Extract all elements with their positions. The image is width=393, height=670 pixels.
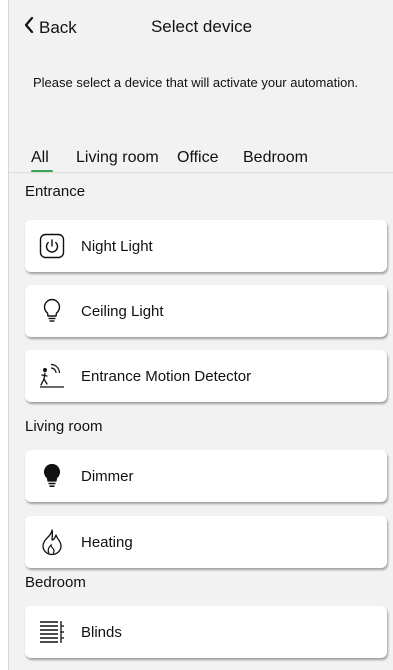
instruction-text: Please select a device that will activat… [33,75,359,90]
device-label: Blinds [81,623,122,641]
tab-all[interactable]: All [31,149,49,167]
device-picker-screen: Back Select device Please select a devic… [8,0,393,670]
device-card-blinds[interactable]: Blinds [25,606,387,658]
power-icon [37,231,67,261]
device-label: Night Light [81,237,153,255]
device-label: Dimmer [81,467,134,485]
motion-detector-icon [37,361,67,391]
section-entrance-label: Entrance [25,183,86,200]
device-card-entrance-motion-detector[interactable]: Entrance Motion Detector [25,350,387,402]
device-card-ceiling-light[interactable]: Ceiling Light [25,285,387,337]
lightbulb-filled-icon [37,461,67,491]
section-bedroom-label: Bedroom [25,574,86,591]
device-card-dimmer[interactable]: Dimmer [25,450,387,502]
flame-icon [37,527,67,557]
room-tabs: All Living room Office Bedroom [9,145,393,173]
device-label: Heating [81,533,133,551]
device-label: Ceiling Light [81,302,164,320]
header-bar: Back Select device [9,0,393,56]
device-label: Entrance Motion Detector [81,367,252,385]
section-living-room-label: Living room [25,418,103,435]
tab-bedroom[interactable]: Bedroom [243,149,308,167]
page-title: Select device [150,17,253,36]
blinds-icon [37,617,67,647]
lightbulb-outline-icon [37,296,67,326]
tab-living-room[interactable]: Living room [76,149,159,167]
device-card-night-light[interactable]: Night Light [25,220,387,272]
tabs-divider [9,172,393,173]
device-card-heating[interactable]: Heating [25,516,387,568]
tab-office[interactable]: Office [177,149,219,167]
